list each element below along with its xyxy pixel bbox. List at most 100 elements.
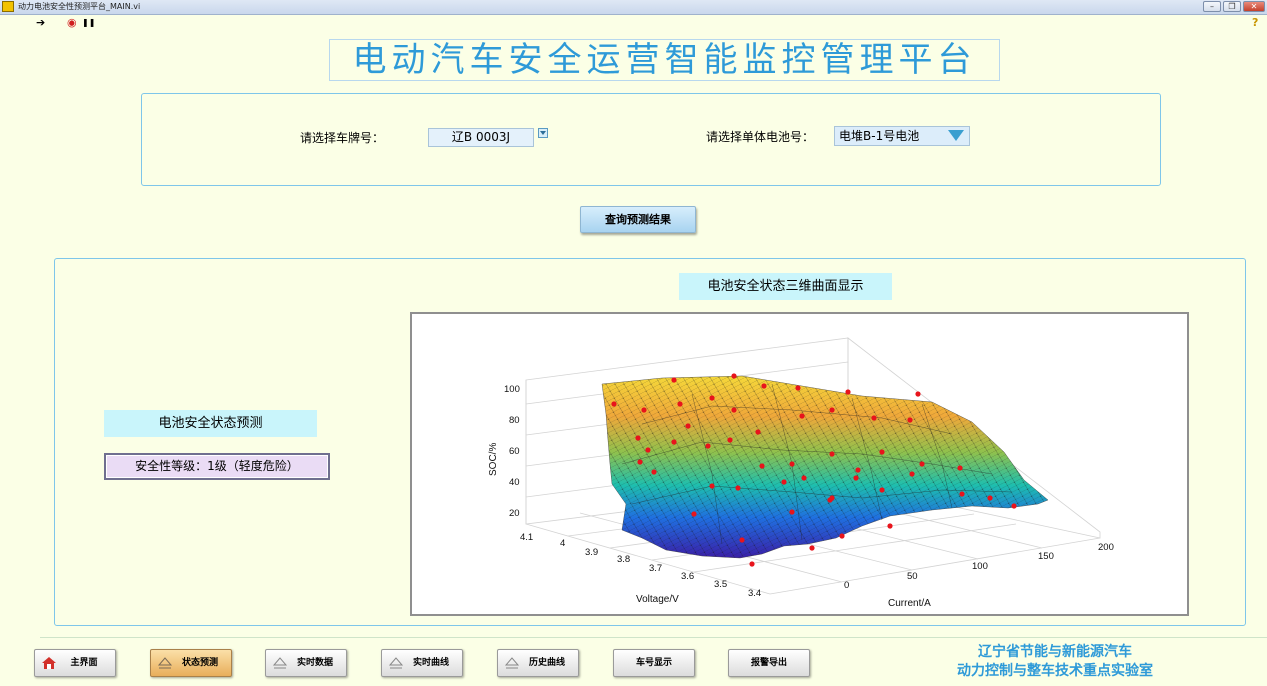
nav-history-curve-button[interactable]: 历史曲线 bbox=[497, 649, 579, 677]
eject-icon bbox=[504, 657, 520, 669]
sample-point bbox=[677, 401, 683, 407]
sample-point bbox=[759, 463, 765, 469]
sample-point bbox=[749, 561, 755, 567]
sample-point bbox=[855, 467, 861, 473]
plate-select[interactable]: 辽B 0003J bbox=[428, 128, 534, 147]
pause-icon[interactable]: ❚❚ bbox=[82, 16, 95, 30]
window-title: 动力电池安全性预测平台_MAIN.vi bbox=[18, 2, 141, 11]
sample-point bbox=[709, 395, 715, 401]
sample-point bbox=[645, 447, 651, 453]
plate-label: 请选择车牌号： bbox=[300, 131, 385, 145]
sample-point bbox=[829, 495, 835, 501]
safety-level-indicator: 安全性等级：1级（轻度危险） bbox=[104, 453, 330, 480]
z-tick: 40 bbox=[509, 477, 520, 488]
sample-point bbox=[919, 461, 925, 467]
close-button[interactable]: ✕ bbox=[1243, 1, 1265, 12]
eject-icon bbox=[272, 657, 288, 669]
sample-point bbox=[829, 407, 835, 413]
sample-point bbox=[957, 465, 963, 471]
z-tick: 100 bbox=[504, 384, 520, 395]
sample-point bbox=[761, 383, 767, 389]
sample-point bbox=[611, 401, 617, 407]
x-tick: 200 bbox=[1098, 542, 1114, 553]
z-axis-label: SOC/% bbox=[488, 443, 499, 476]
sample-point bbox=[839, 533, 845, 539]
lab-name-line1: 辽宁省节能与新能源汽车 bbox=[978, 644, 1132, 660]
nav-label: 车号显示 bbox=[635, 658, 672, 668]
sample-point bbox=[671, 439, 677, 445]
sample-point bbox=[879, 449, 885, 455]
sample-point bbox=[801, 475, 807, 481]
sample-point bbox=[735, 485, 741, 491]
run-arrow-icon[interactable]: ➔ bbox=[36, 16, 45, 30]
sample-point bbox=[789, 461, 795, 467]
eject-icon bbox=[157, 657, 173, 669]
window-titlebar: 动力电池安全性预测平台_MAIN.vi – ❐ ✕ bbox=[0, 0, 1267, 15]
surface-plot: 100 80 60 40 20 4.1 4 3.9 3.8 3.7 3.6 3.… bbox=[410, 312, 1189, 616]
y-tick: 3.5 bbox=[714, 579, 727, 590]
z-tick: 80 bbox=[509, 415, 520, 426]
restore-button[interactable]: ❐ bbox=[1223, 1, 1241, 12]
sample-point bbox=[705, 443, 711, 449]
help-icon[interactable]: ? bbox=[1252, 16, 1258, 30]
sample-point bbox=[909, 471, 915, 477]
y-tick: 3.9 bbox=[585, 547, 598, 558]
sample-point bbox=[685, 423, 691, 429]
z-tick: 20 bbox=[509, 508, 520, 519]
prediction-title: 电池安全状态预测 bbox=[104, 410, 317, 437]
y-tick: 4.1 bbox=[520, 532, 533, 543]
nav-alarm-export-button[interactable]: 报警导出 bbox=[728, 649, 810, 677]
nav-vehicle-display-button[interactable]: 车号显示 bbox=[613, 649, 695, 677]
sample-point bbox=[691, 511, 697, 517]
minimize-button[interactable]: – bbox=[1203, 1, 1221, 12]
nav-realtime-curve-button[interactable]: 实时曲线 bbox=[381, 649, 463, 677]
abort-stop-icon[interactable]: ◉ bbox=[67, 16, 77, 30]
nav-home-button[interactable]: 主界面 bbox=[34, 649, 116, 677]
x-axis-label: Current/A bbox=[888, 598, 931, 609]
sample-point bbox=[907, 417, 913, 423]
sample-point bbox=[987, 495, 993, 501]
sample-point bbox=[731, 373, 737, 379]
battery-label: 请选择单体电池号： bbox=[706, 130, 815, 144]
sample-point bbox=[799, 413, 805, 419]
x-tick: 50 bbox=[907, 571, 918, 582]
sample-point bbox=[959, 491, 965, 497]
sample-point bbox=[671, 377, 677, 383]
sample-point bbox=[879, 487, 885, 493]
nav-realtime-data-button[interactable]: 实时数据 bbox=[265, 649, 347, 677]
y-tick: 4 bbox=[560, 538, 565, 549]
sample-point bbox=[781, 479, 787, 485]
labview-vi-icon bbox=[2, 1, 14, 12]
sample-point bbox=[709, 483, 715, 489]
eject-icon bbox=[388, 657, 404, 669]
nav-label: 报警导出 bbox=[750, 658, 787, 668]
sample-point bbox=[635, 435, 641, 441]
query-button[interactable]: 查询预测结果 bbox=[580, 206, 696, 233]
sample-point bbox=[789, 509, 795, 515]
z-tick: 60 bbox=[509, 446, 520, 457]
y-tick: 3.4 bbox=[748, 588, 761, 599]
vi-toolbar: ➔ ◉ ❚❚ ? bbox=[0, 15, 1267, 32]
sample-point bbox=[809, 545, 815, 551]
nav-label: 状态预测 bbox=[181, 658, 218, 668]
sample-point bbox=[727, 437, 733, 443]
y-tick: 3.7 bbox=[649, 563, 662, 574]
nav-label: 历史曲线 bbox=[528, 658, 565, 668]
sample-point bbox=[871, 415, 877, 421]
battery-dropdown-icon[interactable] bbox=[948, 130, 964, 141]
sample-point bbox=[755, 429, 761, 435]
x-tick: 150 bbox=[1038, 551, 1054, 562]
x-tick: 0 bbox=[844, 580, 849, 591]
sample-point bbox=[853, 475, 859, 481]
sample-point bbox=[845, 389, 851, 395]
page-title: 电动汽车安全运营智能监控管理平台 bbox=[329, 39, 1000, 81]
plate-dropdown-icon[interactable] bbox=[538, 128, 548, 138]
y-tick: 3.8 bbox=[617, 554, 630, 565]
surface-mesh bbox=[602, 376, 1048, 558]
selector-panel bbox=[141, 93, 1161, 186]
nav-state-prediction-button[interactable]: 状态预测 bbox=[150, 649, 232, 677]
sample-point bbox=[641, 407, 647, 413]
sample-point bbox=[651, 469, 657, 475]
lab-name-line2: 动力控制与整车技术重点实验室 bbox=[957, 663, 1153, 679]
x-tick: 100 bbox=[972, 561, 988, 572]
